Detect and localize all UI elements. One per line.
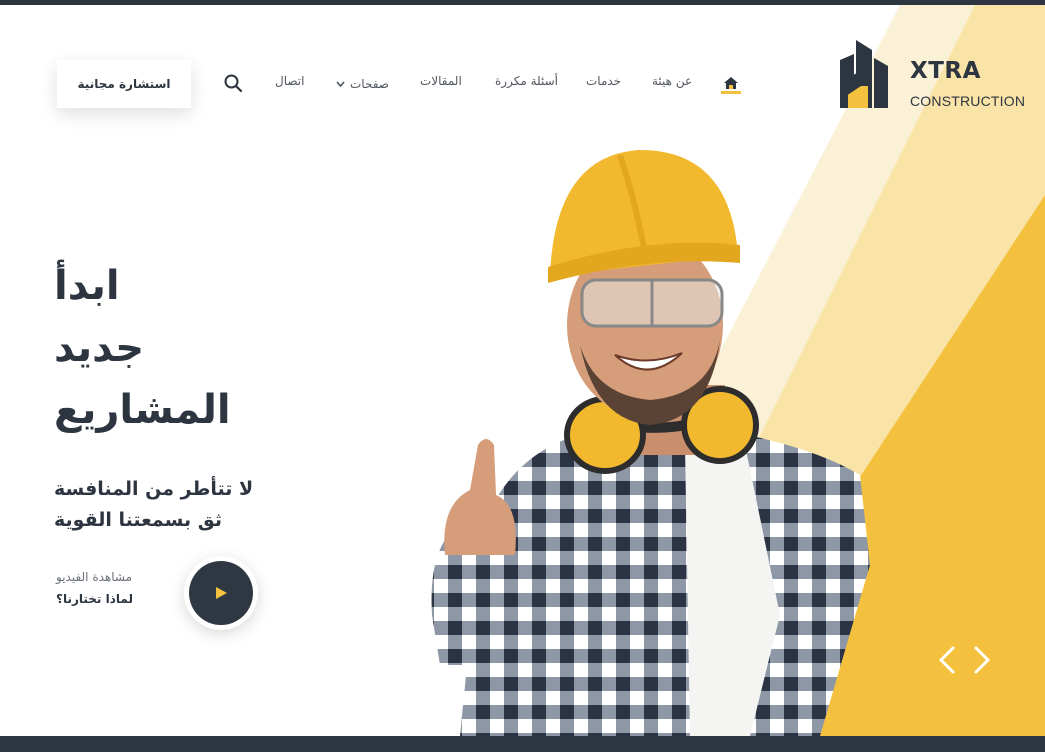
nav-item-contact[interactable]: اتصال bbox=[275, 74, 304, 94]
why-choose-us-label: لماذا تختارنا؟ bbox=[56, 592, 133, 606]
building-logo-icon bbox=[840, 40, 888, 108]
hero-title-line: جديد bbox=[54, 325, 145, 371]
hero-subtitle: لا تتأطر من المنافسة ثق بسمعتنا القوية bbox=[54, 474, 294, 536]
nav-item-pages[interactable]: صفحات bbox=[336, 74, 389, 94]
bottom-bar bbox=[0, 736, 1045, 752]
play-button-inner bbox=[189, 561, 253, 625]
free-consultation-button[interactable]: استشارة مجانية bbox=[57, 60, 191, 108]
video-caption[interactable]: مشاهدة الفيديو لماذا تختارنا؟ bbox=[56, 566, 176, 610]
hero-subtitle-line: لا تتأطر من المنافسة bbox=[54, 478, 254, 500]
watch-video-label: مشاهدة الفيديو bbox=[56, 570, 133, 584]
play-video-button[interactable] bbox=[184, 556, 258, 630]
nav-item-pages-label: صفحات bbox=[350, 77, 389, 91]
search-icon[interactable] bbox=[223, 73, 243, 93]
nav-item-services[interactable]: خدمات bbox=[586, 74, 621, 94]
construction-worker-image bbox=[431, 150, 870, 736]
nav-item-articles[interactable]: المقالات bbox=[420, 74, 462, 94]
chevron-down-icon bbox=[336, 80, 345, 87]
brand-title: XTRA bbox=[910, 58, 981, 84]
brand-logo[interactable]: XTRA CONSTRUCTION bbox=[838, 40, 1038, 112]
nav-item-about[interactable]: عن هيئة bbox=[652, 74, 692, 94]
chevron-left-icon[interactable] bbox=[935, 644, 959, 676]
nav-item-faq[interactable]: أسئلة مكررة bbox=[495, 74, 558, 94]
hero-title: ابدأ جديد المشاريع bbox=[54, 255, 284, 441]
brand-subtitle: CONSTRUCTION bbox=[910, 93, 1026, 109]
home-icon[interactable] bbox=[720, 74, 742, 94]
hero-title-line: المشاريع bbox=[54, 387, 231, 433]
chevron-right-icon[interactable] bbox=[970, 644, 994, 676]
hero-title-line: ابدأ bbox=[54, 263, 120, 309]
hero-subtitle-line: ثق بسمعتنا القوية bbox=[54, 509, 222, 531]
play-icon bbox=[216, 587, 227, 599]
